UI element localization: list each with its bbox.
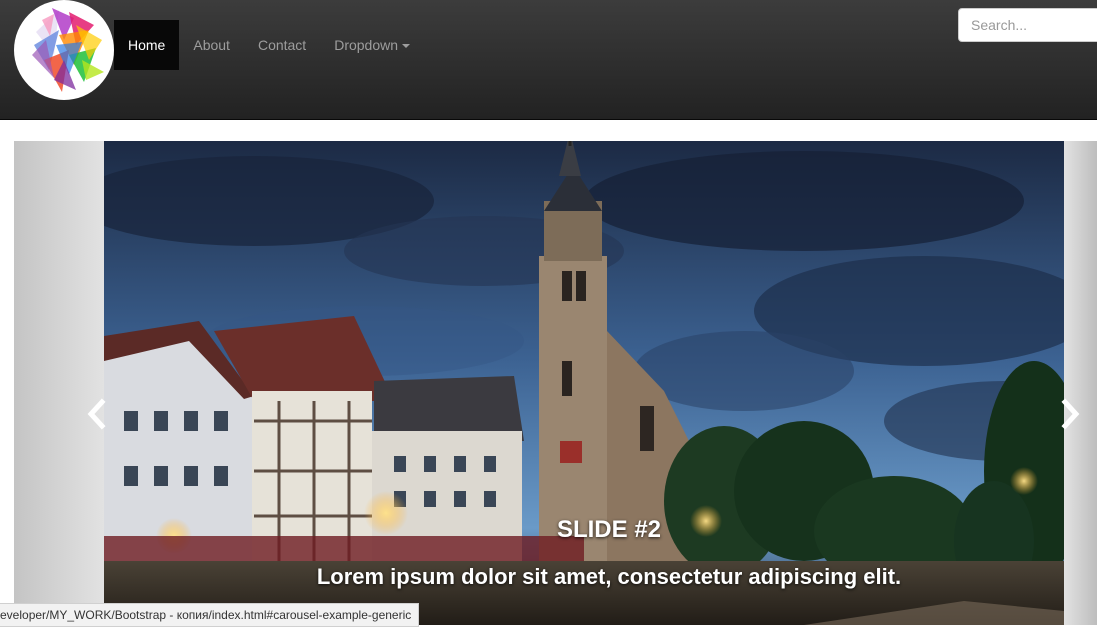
caret-down-icon: [402, 44, 411, 49]
browser-status-bar-url: eveloper/MY_WORK/Bootstrap - копия/index…: [0, 603, 420, 627]
search-input[interactable]: [958, 8, 1097, 42]
main-nav: Home About Contact Dropdown: [114, 20, 424, 70]
nav-item-dropdown[interactable]: Dropdown: [320, 20, 424, 70]
carousel-next-control[interactable]: [1055, 396, 1085, 432]
nav-item-about[interactable]: About: [179, 20, 244, 70]
brand-logo[interactable]: [14, 0, 114, 100]
carousel-control-left-shade[interactable]: [14, 141, 104, 625]
nav-item-dropdown-label: Dropdown: [334, 37, 399, 53]
carousel: SLIDE #2 Lorem ipsum dolor sit amet, con…: [14, 141, 1097, 625]
chevron-right-icon: [1061, 398, 1080, 430]
slide-title: SLIDE #2: [556, 516, 662, 543]
carousel-caption: SLIDE #2 Lorem ipsum dolor sit amet, con…: [224, 514, 994, 594]
chevron-left-icon: [87, 398, 106, 430]
carousel-prev-control[interactable]: [82, 396, 112, 432]
carousel-control-right-shade[interactable]: [1064, 141, 1097, 625]
navbar: Home About Contact Dropdown: [0, 0, 1097, 120]
nav-item-contact[interactable]: Contact: [244, 20, 320, 70]
colorful-triangles-logo-icon: [32, 8, 104, 92]
slide-text: Lorem ipsum dolor sit amet, consectetur …: [316, 564, 902, 589]
nav-item-home[interactable]: Home: [114, 20, 180, 70]
